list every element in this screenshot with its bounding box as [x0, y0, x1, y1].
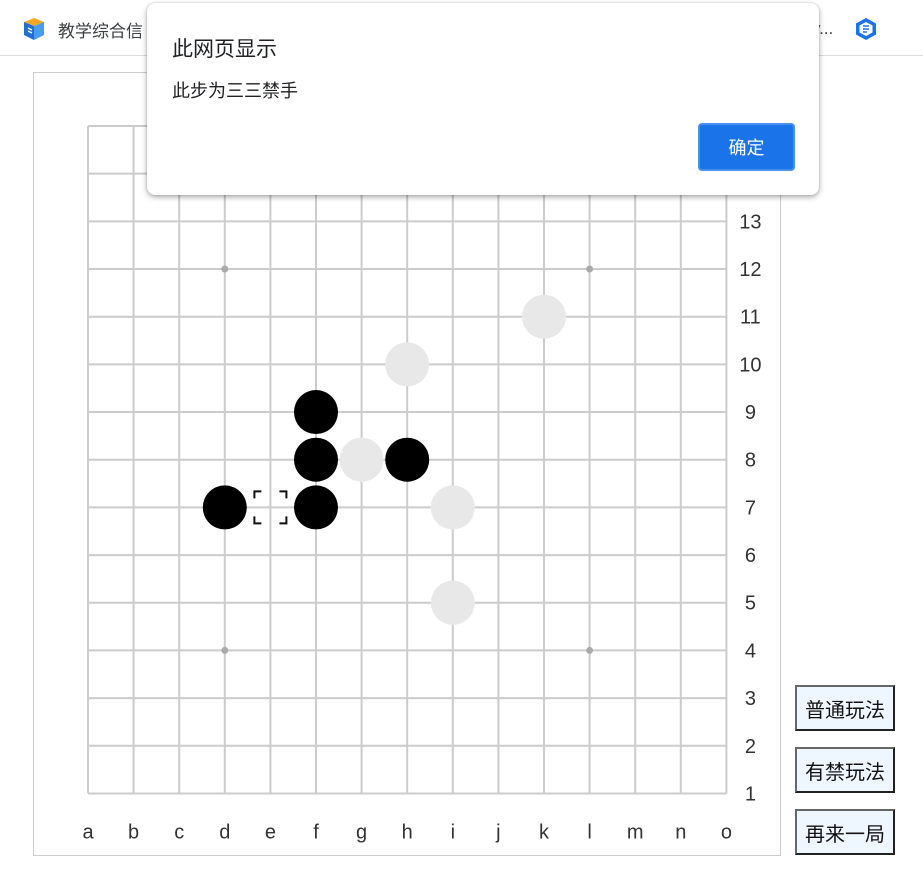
row-label: 3	[745, 688, 756, 710]
row-label: 9	[745, 402, 756, 424]
book-logo-icon	[24, 18, 44, 40]
column-label: e	[265, 821, 276, 843]
dialog-title: 此网页显示	[172, 38, 277, 61]
white-stone	[339, 437, 384, 482]
normal-mode-button[interactable]: 普通玩法	[795, 685, 895, 731]
column-label: l	[587, 821, 591, 843]
star-point	[586, 646, 594, 654]
column-label: h	[402, 821, 413, 843]
row-label: 1	[745, 783, 756, 805]
black-stone	[294, 390, 338, 435]
star-point	[221, 646, 229, 654]
column-label: j	[495, 821, 500, 843]
ok-button[interactable]: 确定	[698, 123, 795, 171]
column-label: d	[219, 821, 230, 843]
white-stone	[430, 580, 475, 625]
row-label: 7	[745, 497, 756, 519]
star-point	[221, 265, 229, 273]
row-label: 8	[745, 450, 756, 472]
restart-button[interactable]: 再来一局	[795, 809, 895, 855]
column-label: c	[174, 821, 184, 843]
column-label: b	[128, 821, 139, 843]
column-label: g	[356, 821, 367, 843]
row-label: 13	[739, 211, 761, 233]
forbidden-mode-button[interactable]: 有禁玩法	[795, 747, 895, 793]
row-label: 2	[745, 736, 756, 758]
dialog-message: 此步为三三禁手	[172, 81, 298, 101]
star-point	[586, 265, 594, 273]
row-label: 5	[745, 593, 756, 615]
column-label: k	[539, 821, 550, 843]
white-stone	[385, 342, 430, 387]
extension-hexagon-icon[interactable]	[855, 17, 877, 41]
column-label: a	[82, 821, 94, 843]
column-label: n	[675, 821, 686, 843]
white-stone	[430, 485, 475, 530]
column-label: m	[627, 821, 644, 843]
row-label: 10	[739, 354, 761, 376]
black-stone	[294, 485, 338, 530]
column-label: f	[313, 821, 319, 843]
row-label: 12	[739, 259, 761, 281]
row-label: 11	[740, 307, 761, 329]
row-label: 4	[745, 640, 756, 662]
black-stone	[294, 437, 338, 482]
column-label: o	[721, 821, 732, 843]
alert-dialog: 此网页显示 此步为三三禁手 确定	[147, 3, 819, 195]
black-stone	[202, 485, 247, 530]
bookmark-left-label: 教学综合信	[58, 21, 143, 41]
black-stone	[385, 437, 430, 482]
bookmark-item-left[interactable]: 教学综合信	[22, 16, 143, 42]
column-label: i	[451, 821, 455, 843]
white-stone	[522, 294, 566, 339]
row-label: 6	[745, 545, 756, 567]
